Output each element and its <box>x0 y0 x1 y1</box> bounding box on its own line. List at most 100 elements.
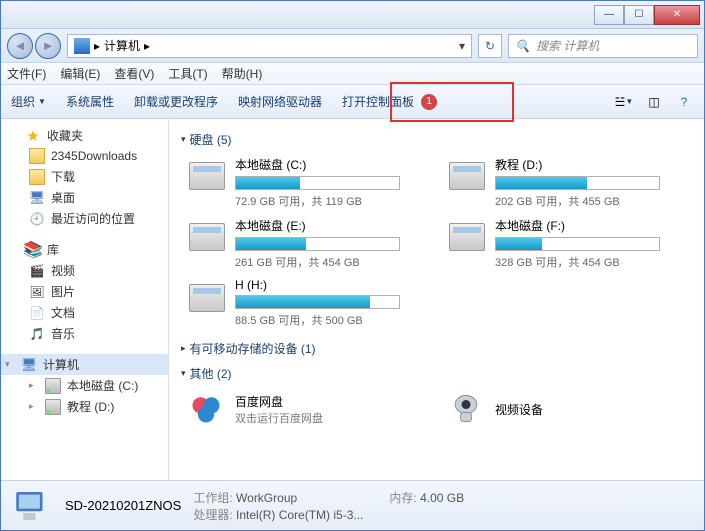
chevron-down-icon: ▾ <box>181 368 186 379</box>
drive-item[interactable]: 本地磁盘 (C:) 72.9 GB 可用，共 119 GB <box>187 156 427 209</box>
minimize-button[interactable]: — <box>594 5 624 25</box>
drive-name: 本地磁盘 (F:) <box>495 217 687 234</box>
section-other[interactable]: ▾ 其他 (2) <box>181 365 692 382</box>
sidebar-item-music[interactable]: 🎵音乐 <box>1 323 168 344</box>
toolbar: 组织▼ 系统属性 卸载或更改程序 映射网络驱动器 打开控制面板 1 ☱▼ ◫ ? <box>1 85 704 119</box>
content-pane: ▾ 硬盘 (5) 本地磁盘 (C:) 72.9 GB 可用，共 119 GB 教… <box>169 119 704 480</box>
address-row: ◄ ► ▸ 计算机 ▸ ▾ ↻ 🔍 搜索 计算机 <box>1 29 704 63</box>
section-drives[interactable]: ▾ 硬盘 (5) <box>181 131 692 148</box>
drive-name: 本地磁盘 (E:) <box>235 217 427 234</box>
baidu-icon <box>187 390 225 428</box>
sidebar-item-documents[interactable]: 📄文档 <box>1 302 168 323</box>
menu-help[interactable]: 帮助(H) <box>222 65 263 82</box>
menu-edit[interactable]: 编辑(E) <box>60 65 100 82</box>
sidebar-item-desktop[interactable]: 🖥桌面 <box>1 187 168 208</box>
explorer-window: — ☐ ✕ ◄ ► ▸ 计算机 ▸ ▾ ↻ 🔍 搜索 计算机 文件(F) 编辑(… <box>0 0 705 531</box>
sidebar: ★ 收藏夹 2345Downloads 下载 🖥桌面 🕘最近访问的位置 📚 库 … <box>1 119 169 480</box>
tool-map-drive[interactable]: 映射网络驱动器 <box>238 93 322 110</box>
titlebar: — ☐ ✕ <box>1 1 704 29</box>
address-bar[interactable]: ▸ 计算机 ▸ ▾ <box>67 34 472 58</box>
tool-control-panel[interactable]: 打开控制面板 1 <box>342 93 437 110</box>
help-button[interactable]: ? <box>674 92 694 112</box>
drive-stat: 261 GB 可用，共 454 GB <box>235 254 427 270</box>
sidebar-item-videos[interactable]: 🎬视频 <box>1 260 168 281</box>
address-dropdown[interactable]: ▾ <box>453 39 471 53</box>
status-cpu-label: 处理器: <box>193 508 232 522</box>
menu-view[interactable]: 查看(V) <box>114 65 154 82</box>
status-workgroup: WorkGroup <box>236 491 297 505</box>
camera-icon <box>447 390 485 428</box>
drive-usage-bar <box>495 176 660 190</box>
maximize-button[interactable]: ☐ <box>624 5 654 25</box>
tool-organize[interactable]: 组织▼ <box>11 93 46 110</box>
nav-forward-button[interactable]: ► <box>35 33 61 59</box>
sidebar-computer[interactable]: ▾ 🖥 计算机 <box>1 354 168 375</box>
drive-usage-bar <box>235 237 400 251</box>
sidebar-item-downloads1[interactable]: 2345Downloads <box>1 146 168 166</box>
drive-item[interactable]: 教程 (D:) 202 GB 可用，共 455 GB <box>447 156 687 209</box>
view-mode-button[interactable]: ☱▼ <box>614 92 634 112</box>
drive-item[interactable]: 本地磁盘 (E:) 261 GB 可用，共 454 GB <box>187 217 427 270</box>
menu-file[interactable]: 文件(F) <box>7 65 46 82</box>
hdd-icon <box>447 217 487 257</box>
annotation-badge: 1 <box>421 94 437 110</box>
sidebar-item-drive-c[interactable]: ▸本地磁盘 (C:) <box>1 375 168 396</box>
caret-icon: ▾ <box>5 359 15 370</box>
breadcrumb-root[interactable]: 计算机 <box>104 37 140 54</box>
drive-stat: 88.5 GB 可用，共 500 GB <box>235 312 427 328</box>
search-icon: 🔍 <box>515 39 530 53</box>
drive-usage-bar <box>235 176 400 190</box>
other-item[interactable]: 百度网盘 双击运行百度网盘 <box>187 390 427 428</box>
drive-usage-bar <box>495 237 660 251</box>
caret-icon: ▸ <box>29 401 39 412</box>
nav-back-button[interactable]: ◄ <box>7 33 33 59</box>
drive-name: 本地磁盘 (C:) <box>235 156 427 173</box>
search-input[interactable]: 🔍 搜索 计算机 <box>508 34 698 58</box>
chevron-down-icon: ▾ <box>181 134 186 145</box>
hdd-icon <box>187 156 227 196</box>
sidebar-item-downloads2[interactable]: 下载 <box>1 166 168 187</box>
drive-stat: 72.9 GB 可用，共 119 GB <box>235 193 427 209</box>
other-item[interactable]: 视频设备 <box>447 390 687 428</box>
hdd-icon <box>187 278 227 318</box>
desktop-icon: 🖥 <box>29 190 45 206</box>
music-icon: 🎵 <box>29 326 45 342</box>
section-removable[interactable]: ▸ 有可移动存储的设备 (1) <box>181 340 692 357</box>
hdd-icon <box>187 217 227 257</box>
other-name: 百度网盘 <box>235 393 323 410</box>
sidebar-item-drive-d[interactable]: ▸教程 (D:) <box>1 396 168 417</box>
other-sub: 双击运行百度网盘 <box>235 410 323 426</box>
status-workgroup-label: 工作组: <box>193 491 232 505</box>
tool-system-properties[interactable]: 系统属性 <box>66 93 114 110</box>
sidebar-item-recent[interactable]: 🕘最近访问的位置 <box>1 208 168 229</box>
drive-usage-bar <box>235 295 400 309</box>
library-icon: 📚 <box>25 242 41 258</box>
drive-name: H (H:) <box>235 278 427 292</box>
drive-icon <box>45 399 61 415</box>
drive-item[interactable]: 本地磁盘 (F:) 328 GB 可用，共 454 GB <box>447 217 687 270</box>
status-mem: 4.00 GB <box>420 491 464 505</box>
status-mem-label: 内存: <box>389 491 416 505</box>
drive-stat: 202 GB 可用，共 455 GB <box>495 193 687 209</box>
refresh-button[interactable]: ↻ <box>478 34 502 58</box>
menubar: 文件(F) 编辑(E) 查看(V) 工具(T) 帮助(H) <box>1 63 704 85</box>
menu-tools[interactable]: 工具(T) <box>168 65 207 82</box>
sidebar-favorites[interactable]: ★ 收藏夹 <box>1 125 168 146</box>
recent-icon: 🕘 <box>29 211 45 227</box>
drive-stat: 328 GB 可用，共 454 GB <box>495 254 687 270</box>
close-button[interactable]: ✕ <box>654 5 700 25</box>
hdd-icon <box>447 156 487 196</box>
folder-icon <box>29 169 45 185</box>
statusbar: SD-20210201ZNOS 工作组: WorkGroup 处理器: Inte… <box>1 480 704 530</box>
video-icon: 🎬 <box>29 263 45 279</box>
drive-item[interactable]: H (H:) 88.5 GB 可用，共 500 GB <box>187 278 427 328</box>
picture-icon: 🖼 <box>29 284 45 300</box>
sidebar-libraries[interactable]: 📚 库 <box>1 239 168 260</box>
search-placeholder: 搜索 计算机 <box>536 37 599 54</box>
breadcrumb-sep: ▸ <box>94 39 100 53</box>
computer-large-icon <box>11 485 53 527</box>
sidebar-item-pictures[interactable]: 🖼图片 <box>1 281 168 302</box>
tool-uninstall[interactable]: 卸载或更改程序 <box>134 93 218 110</box>
preview-pane-button[interactable]: ◫ <box>644 92 664 112</box>
folder-icon <box>29 148 45 164</box>
